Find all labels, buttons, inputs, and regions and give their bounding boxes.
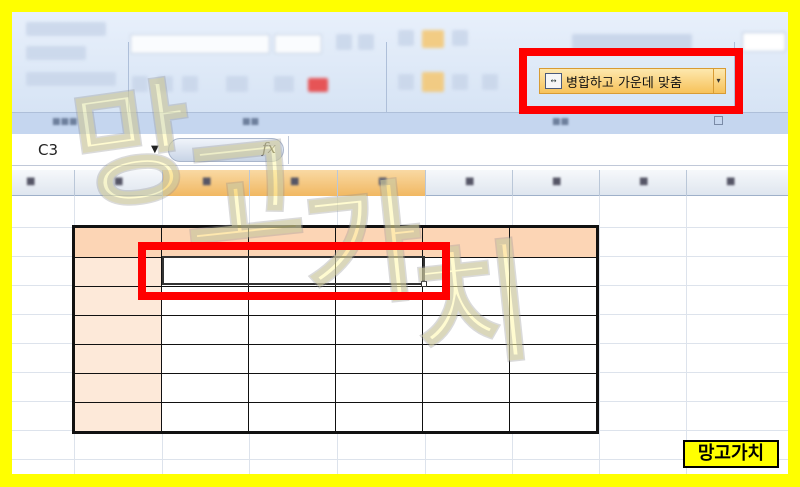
table-cell[interactable] [161,373,249,403]
table-cell[interactable] [161,344,249,374]
table-cell[interactable] [161,315,249,345]
table-cell[interactable] [74,402,162,432]
table-cell[interactable] [335,402,423,432]
alignment-dialog-launcher-icon[interactable] [714,116,723,125]
excel-window: ■■■ ■■ ■■ ↔ 병합하고 가운데 맞춤 ▾ C3 ▼ fx ■ ■ ■ … [12,12,788,474]
table-cell[interactable] [335,344,423,374]
table-cell[interactable] [248,344,336,374]
table-cell[interactable] [74,373,162,403]
highlight-merge-button [519,48,743,114]
highlight-selected-cells [138,242,450,300]
table-cell[interactable] [422,402,510,432]
table-cell[interactable] [509,402,597,432]
table-cell[interactable] [335,373,423,403]
brand-badge: 망고가치 [683,440,779,468]
table-cell[interactable] [248,373,336,403]
table-cell[interactable] [74,344,162,374]
table-cell[interactable] [74,315,162,345]
table-cell[interactable] [161,402,249,432]
table-cell[interactable] [248,402,336,432]
table-row [74,402,597,432]
